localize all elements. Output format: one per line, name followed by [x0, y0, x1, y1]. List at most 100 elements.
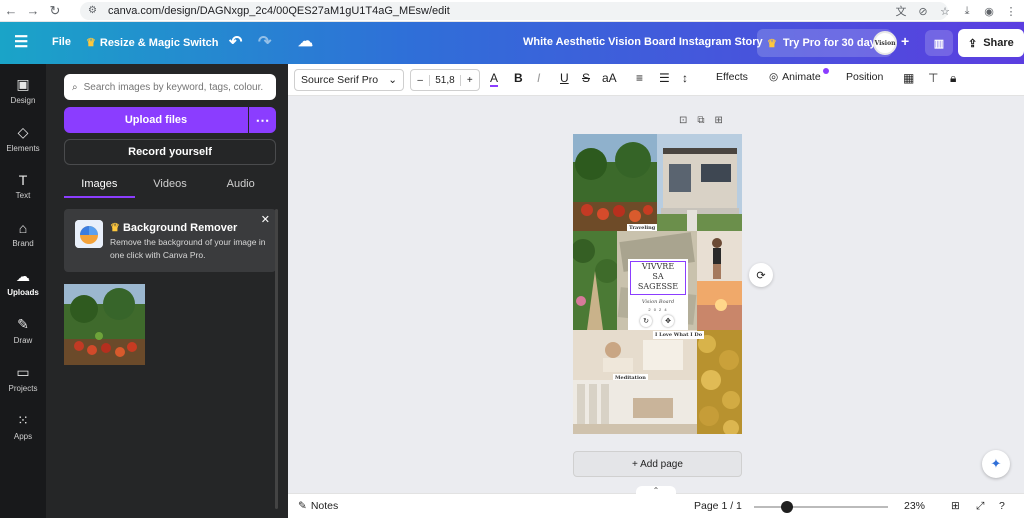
hamburger-icon[interactable]: ☰	[14, 32, 28, 52]
decrease-size-button[interactable]: –	[411, 75, 429, 86]
bold-icon[interactable]: B	[514, 71, 523, 85]
font-size-value[interactable]: 51,8	[429, 74, 461, 86]
promo-title: ♛ Background Remover	[110, 221, 237, 234]
page-indicator[interactable]: Page 1 / 1	[694, 500, 742, 512]
tab-images[interactable]: Images	[64, 174, 135, 198]
search-box[interactable]: ⌕	[64, 74, 276, 100]
align-center-icon[interactable]: ≡	[636, 71, 643, 85]
redo-icon[interactable]: ↷	[258, 32, 271, 52]
strikethrough-icon[interactable]: S	[582, 71, 590, 85]
kebab-icon[interactable]: ⋮	[1002, 2, 1020, 20]
analytics-button[interactable]: ▥	[925, 30, 953, 56]
lock-icon[interactable]: ⊡	[679, 115, 687, 126]
add-page-icon[interactable]: ⊞	[715, 115, 723, 126]
rail-item-design[interactable]: ▣ Design	[0, 76, 46, 105]
magic-sparkle-icon[interactable]: ✦	[982, 450, 1010, 478]
undo-icon[interactable]: ↶	[229, 32, 242, 52]
editor-footer: ⌃ ✎ Notes Page 1 / 1 23% ⊞ ⤢ ?	[288, 486, 1024, 518]
text-color-icon[interactable]: A	[490, 71, 499, 87]
profile-icon[interactable]: ◉	[980, 2, 998, 20]
vegetable-garden-image[interactable]	[573, 134, 657, 231]
add-collaborator-icon[interactable]: +	[901, 33, 909, 49]
rotate-handle-icon[interactable]: ↻	[640, 315, 652, 327]
spacing-icon[interactable]: ↕	[682, 71, 688, 85]
address-bar[interactable]: ⚙ canva.com/design/DAGNxgp_2c4/00QES27aM…	[80, 2, 948, 20]
animate-button[interactable]: ◎ Animate	[769, 68, 829, 83]
translate-icon[interactable]: 文	[892, 2, 910, 20]
pen-icon: ✎	[17, 316, 29, 332]
rail-label: Design	[10, 96, 36, 105]
rail-item-draw[interactable]: ✎ Draw	[0, 316, 46, 345]
cloud-sync-icon[interactable]: ☁	[298, 32, 313, 50]
transparency-icon[interactable]: ▦	[903, 71, 914, 85]
file-menu[interactable]: File	[52, 36, 71, 48]
title-card[interactable]: VIVVRE SA SAGESSE Vision Board 2 0 2 4 ↻…	[628, 259, 688, 331]
font-family-select[interactable]: Source Serif Pro ⌄	[294, 69, 404, 91]
uploaded-image-thumbnail[interactable]	[64, 284, 145, 365]
search-input[interactable]	[83, 81, 264, 93]
try-pro-button[interactable]: ♛ Try Pro for 30 days	[757, 29, 892, 57]
add-page-button[interactable]: + Add page	[573, 451, 742, 477]
list-icon[interactable]: ☰	[659, 71, 670, 85]
zoom-value[interactable]: 23%	[904, 500, 925, 512]
crown-icon: ♛	[767, 37, 777, 50]
love-what-i-do-label[interactable]: I Love What I Do	[653, 331, 705, 339]
rail-item-text[interactable]: T Text	[0, 172, 46, 200]
avatar[interactable]: Vision	[873, 31, 897, 55]
rail-item-projects[interactable]: ▭ Projects	[0, 364, 46, 393]
background-remover-icon	[75, 220, 103, 248]
grid-view-icon[interactable]: ⊞	[951, 500, 960, 512]
rail-item-elements[interactable]: ◇ Elements	[0, 124, 46, 153]
duplicate-icon[interactable]: ⧉	[697, 115, 704, 126]
close-icon[interactable]: ✕	[261, 213, 270, 226]
share-button[interactable]: ⇪ Share	[958, 29, 1024, 57]
notes-button[interactable]: ✎ Notes	[298, 500, 338, 512]
share-label: Share	[983, 37, 1014, 49]
title-text[interactable]: VIVVRE SA SAGESSE	[628, 262, 688, 292]
lock-icon[interactable]: 🔒︎	[950, 71, 956, 86]
shapes-icon: ◇	[17, 124, 29, 140]
paint-roller-icon[interactable]: ⊤	[928, 71, 938, 85]
panel-scrollbar[interactable]	[275, 209, 278, 509]
rail-label: Draw	[13, 336, 33, 345]
rail-label: Uploads	[7, 288, 39, 297]
design-page[interactable]: Traveling VIVVRE SA SAGESSE Vision Board…	[573, 134, 742, 434]
position-button[interactable]: Position	[846, 71, 883, 83]
help-icon[interactable]: ?	[999, 500, 1005, 512]
upload-files-button[interactable]: Upload files	[64, 107, 248, 133]
rail-item-apps[interactable]: ⁙ Apps	[0, 412, 46, 441]
rail-item-brand[interactable]: ⌂ Brand	[0, 220, 46, 248]
effects-button[interactable]: Effects	[716, 71, 748, 83]
fullscreen-icon[interactable]: ⤢	[976, 500, 984, 513]
eye-off-icon[interactable]: ⊘	[914, 2, 932, 20]
back-icon[interactable]: ←	[0, 0, 22, 22]
italic-icon[interactable]: I	[537, 71, 540, 85]
site-info-icon[interactable]: ⚙	[88, 5, 100, 17]
star-icon[interactable]: ☆	[936, 2, 954, 20]
chevron-down-icon: ⌄	[388, 74, 397, 86]
fitness-woman-image[interactable]	[697, 231, 742, 281]
more-options-icon[interactable]: ⋯	[249, 107, 276, 133]
forward-icon[interactable]: →	[22, 0, 44, 22]
move-handle-icon[interactable]: ✥	[662, 315, 674, 327]
record-yourself-button[interactable]: Record yourself	[64, 139, 276, 165]
zoom-slider-handle[interactable]	[781, 501, 793, 513]
reload-icon[interactable]: ↻	[44, 0, 66, 22]
download-icon[interactable]: ⤓	[958, 2, 976, 20]
document-title[interactable]: White Aesthetic Vision Board Instagram S…	[523, 36, 763, 48]
sunset-beach-image[interactable]	[697, 281, 742, 330]
increase-size-button[interactable]: +	[461, 75, 479, 86]
resize-button[interactable]: ♛ Resize & Magic Switch	[86, 36, 218, 50]
chevron-up-icon[interactable]: ⌃	[636, 486, 676, 496]
rail-item-uploads[interactable]: ☁ Uploads	[0, 268, 46, 297]
garden-path-image[interactable]	[573, 231, 619, 330]
tab-audio[interactable]: Audio	[205, 174, 276, 198]
gold-coins-image[interactable]	[697, 330, 742, 434]
letter-case-icon[interactable]: aA	[602, 71, 617, 85]
modern-house-image[interactable]	[657, 134, 742, 231]
interior-room-image[interactable]	[573, 380, 697, 434]
tab-videos[interactable]: Videos	[135, 174, 206, 198]
regenerate-icon[interactable]: ⟳	[749, 263, 773, 287]
zoom-slider[interactable]	[754, 506, 888, 508]
underline-icon[interactable]: U	[560, 71, 569, 85]
